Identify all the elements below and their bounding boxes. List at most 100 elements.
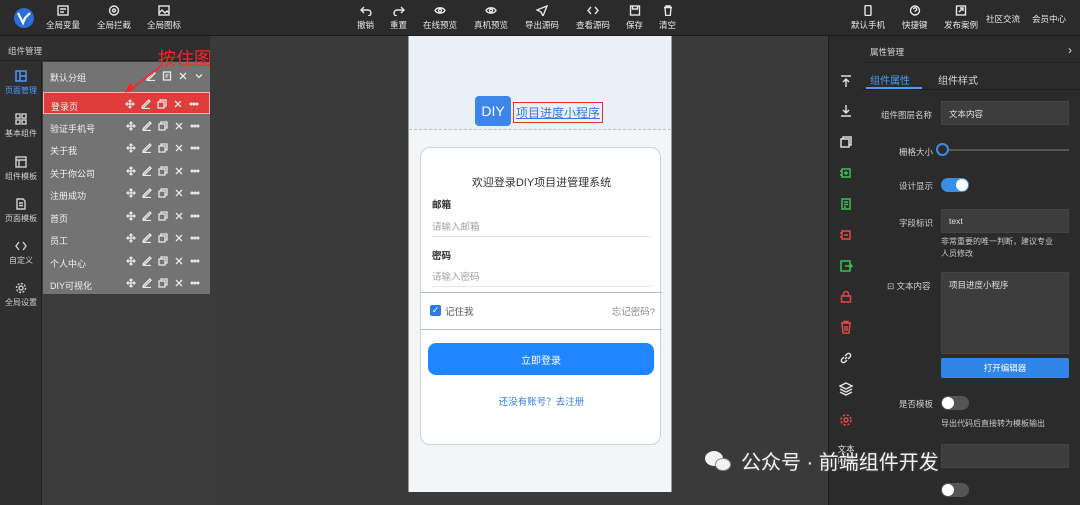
rail-page-manager[interactable]: 页面管理 bbox=[0, 70, 42, 96]
edit-icon[interactable] bbox=[142, 165, 152, 176]
open-editor-button[interactable]: 打开编辑器 bbox=[941, 358, 1069, 378]
tab-component-props[interactable]: 组件属性 bbox=[866, 72, 922, 89]
close-icon[interactable] bbox=[174, 256, 184, 266]
chevron-down-icon[interactable] bbox=[194, 71, 204, 81]
drag-handle-icon[interactable] bbox=[126, 210, 136, 221]
drag-handle-icon[interactable] bbox=[126, 120, 136, 131]
drag-handle-icon[interactable] bbox=[126, 255, 136, 266]
close-icon[interactable] bbox=[174, 166, 184, 176]
more-icon[interactable] bbox=[190, 143, 200, 153]
delete-icon[interactable] bbox=[839, 320, 853, 334]
drag-handle-icon[interactable] bbox=[126, 143, 136, 153]
page-row[interactable]: DIY可视化 bbox=[43, 272, 210, 294]
link-icon[interactable] bbox=[839, 351, 853, 365]
clear-button[interactable]: 清空 bbox=[659, 5, 676, 31]
is-template-toggle[interactable] bbox=[941, 396, 969, 410]
publish-case-button[interactable]: 发布案例 bbox=[944, 5, 978, 31]
edit-icon[interactable] bbox=[142, 278, 152, 288]
close-icon[interactable] bbox=[174, 233, 184, 243]
shortcuts-button[interactable]: 快捷键 bbox=[902, 5, 928, 31]
header-block[interactable]: DIY 项目进度小程序 bbox=[409, 36, 671, 130]
page-row[interactable]: 登录页 bbox=[43, 92, 210, 114]
rail-component-templates[interactable]: 组件模板 bbox=[0, 156, 42, 182]
member-center-link[interactable]: 会员中心 bbox=[1032, 13, 1066, 25]
move-top-icon[interactable] bbox=[839, 74, 853, 88]
grid-size-slider[interactable] bbox=[941, 149, 1069, 151]
device-preview-button[interactable]: 真机预览 bbox=[474, 5, 508, 31]
close-icon[interactable] bbox=[174, 278, 184, 288]
community-link[interactable]: 社区交流 bbox=[986, 13, 1020, 25]
save-button[interactable]: 保存 bbox=[626, 5, 643, 31]
page-row[interactable]: 验证手机号 bbox=[43, 115, 210, 137]
close-icon[interactable] bbox=[174, 188, 184, 198]
global-variables-button[interactable]: 全局变量 bbox=[46, 5, 80, 31]
text-content-textarea[interactable]: 项目进度小程序 bbox=[941, 272, 1069, 354]
select-field[interactable] bbox=[941, 444, 1069, 468]
field-id-input[interactable]: text bbox=[941, 209, 1069, 233]
copy-icon[interactable] bbox=[839, 135, 853, 149]
extra-toggle[interactable] bbox=[941, 483, 969, 497]
grid-size-knob[interactable] bbox=[936, 143, 949, 156]
layer-name-input[interactable]: 文本内容 bbox=[941, 101, 1069, 125]
page-row[interactable]: 个人中心 bbox=[43, 250, 210, 272]
tab-component-style[interactable]: 组件样式 bbox=[938, 72, 978, 87]
edit-icon[interactable] bbox=[142, 188, 152, 198]
copy-icon[interactable] bbox=[158, 255, 168, 266]
remember-checkbox[interactable]: ✓ bbox=[430, 305, 441, 316]
more-icon[interactable] bbox=[190, 233, 200, 243]
close-icon[interactable] bbox=[173, 99, 183, 109]
page-row[interactable]: 注册成功 bbox=[43, 182, 210, 204]
layers-icon[interactable] bbox=[838, 382, 854, 396]
edit-icon[interactable] bbox=[141, 99, 151, 109]
export-source-button[interactable]: 导出源码 bbox=[525, 5, 559, 31]
drag-handle-icon[interactable] bbox=[126, 233, 136, 243]
export-icon[interactable] bbox=[839, 259, 854, 273]
chevron-right-icon[interactable]: › bbox=[1068, 43, 1072, 57]
rail-global-settings[interactable]: 全局设置 bbox=[0, 282, 42, 308]
copy-icon[interactable] bbox=[158, 233, 168, 243]
design-display-toggle[interactable] bbox=[941, 178, 969, 192]
more-icon[interactable] bbox=[190, 188, 200, 198]
drag-handle-icon[interactable] bbox=[126, 278, 136, 288]
copy-icon[interactable] bbox=[158, 278, 168, 288]
copy-icon[interactable] bbox=[158, 143, 168, 153]
online-preview-button[interactable]: 在线预览 bbox=[423, 5, 457, 31]
login-button[interactable]: 立即登录 bbox=[428, 343, 654, 375]
email-input[interactable]: 请输入邮箱 bbox=[432, 219, 480, 233]
remove-wrap-icon[interactable] bbox=[839, 228, 853, 242]
lock-icon[interactable] bbox=[839, 290, 853, 304]
rail-custom[interactable]: 自定义 bbox=[0, 240, 42, 266]
paste-icon[interactable] bbox=[839, 197, 853, 211]
drag-handle-icon[interactable] bbox=[126, 188, 136, 198]
global-intercept-button[interactable]: 全局拦截 bbox=[97, 5, 131, 31]
page-row[interactable]: 首页 bbox=[43, 205, 210, 227]
close-icon[interactable] bbox=[174, 143, 184, 153]
global-icons-button[interactable]: 全局图标 bbox=[147, 5, 181, 31]
rail-page-templates[interactable]: 页面模板 bbox=[0, 198, 42, 224]
edit-icon[interactable] bbox=[142, 233, 152, 243]
more-icon[interactable] bbox=[190, 211, 200, 221]
app-title-text[interactable]: 项目进度小程序 bbox=[513, 102, 604, 123]
more-icon[interactable] bbox=[190, 121, 200, 131]
forgot-password-link[interactable]: 忘记密码? bbox=[612, 304, 655, 318]
drag-handle-icon[interactable] bbox=[125, 99, 135, 109]
copy-icon[interactable] bbox=[158, 188, 168, 198]
settings-icon[interactable] bbox=[839, 413, 853, 427]
close-icon[interactable] bbox=[174, 211, 184, 221]
add-before-icon[interactable] bbox=[839, 166, 853, 180]
default-phone-button[interactable]: 默认手机 bbox=[851, 5, 885, 31]
more-icon[interactable] bbox=[190, 278, 200, 288]
redo-button[interactable]: 重置 bbox=[390, 5, 407, 31]
register-link[interactable]: 还没有账号？去注册 bbox=[421, 394, 662, 408]
close-icon[interactable] bbox=[174, 121, 184, 131]
edit-icon[interactable] bbox=[142, 120, 152, 131]
page-row[interactable]: 关于我 bbox=[43, 137, 210, 159]
copy-icon[interactable] bbox=[158, 210, 168, 221]
page-row[interactable]: 员工 bbox=[43, 227, 210, 249]
view-source-button[interactable]: 查看源码 bbox=[576, 5, 610, 31]
more-icon[interactable] bbox=[189, 99, 199, 109]
drag-handle-icon[interactable] bbox=[126, 165, 136, 176]
page-row[interactable]: 关于你公司 bbox=[43, 160, 210, 182]
close-icon[interactable] bbox=[178, 71, 188, 81]
copy-icon[interactable] bbox=[158, 165, 168, 176]
